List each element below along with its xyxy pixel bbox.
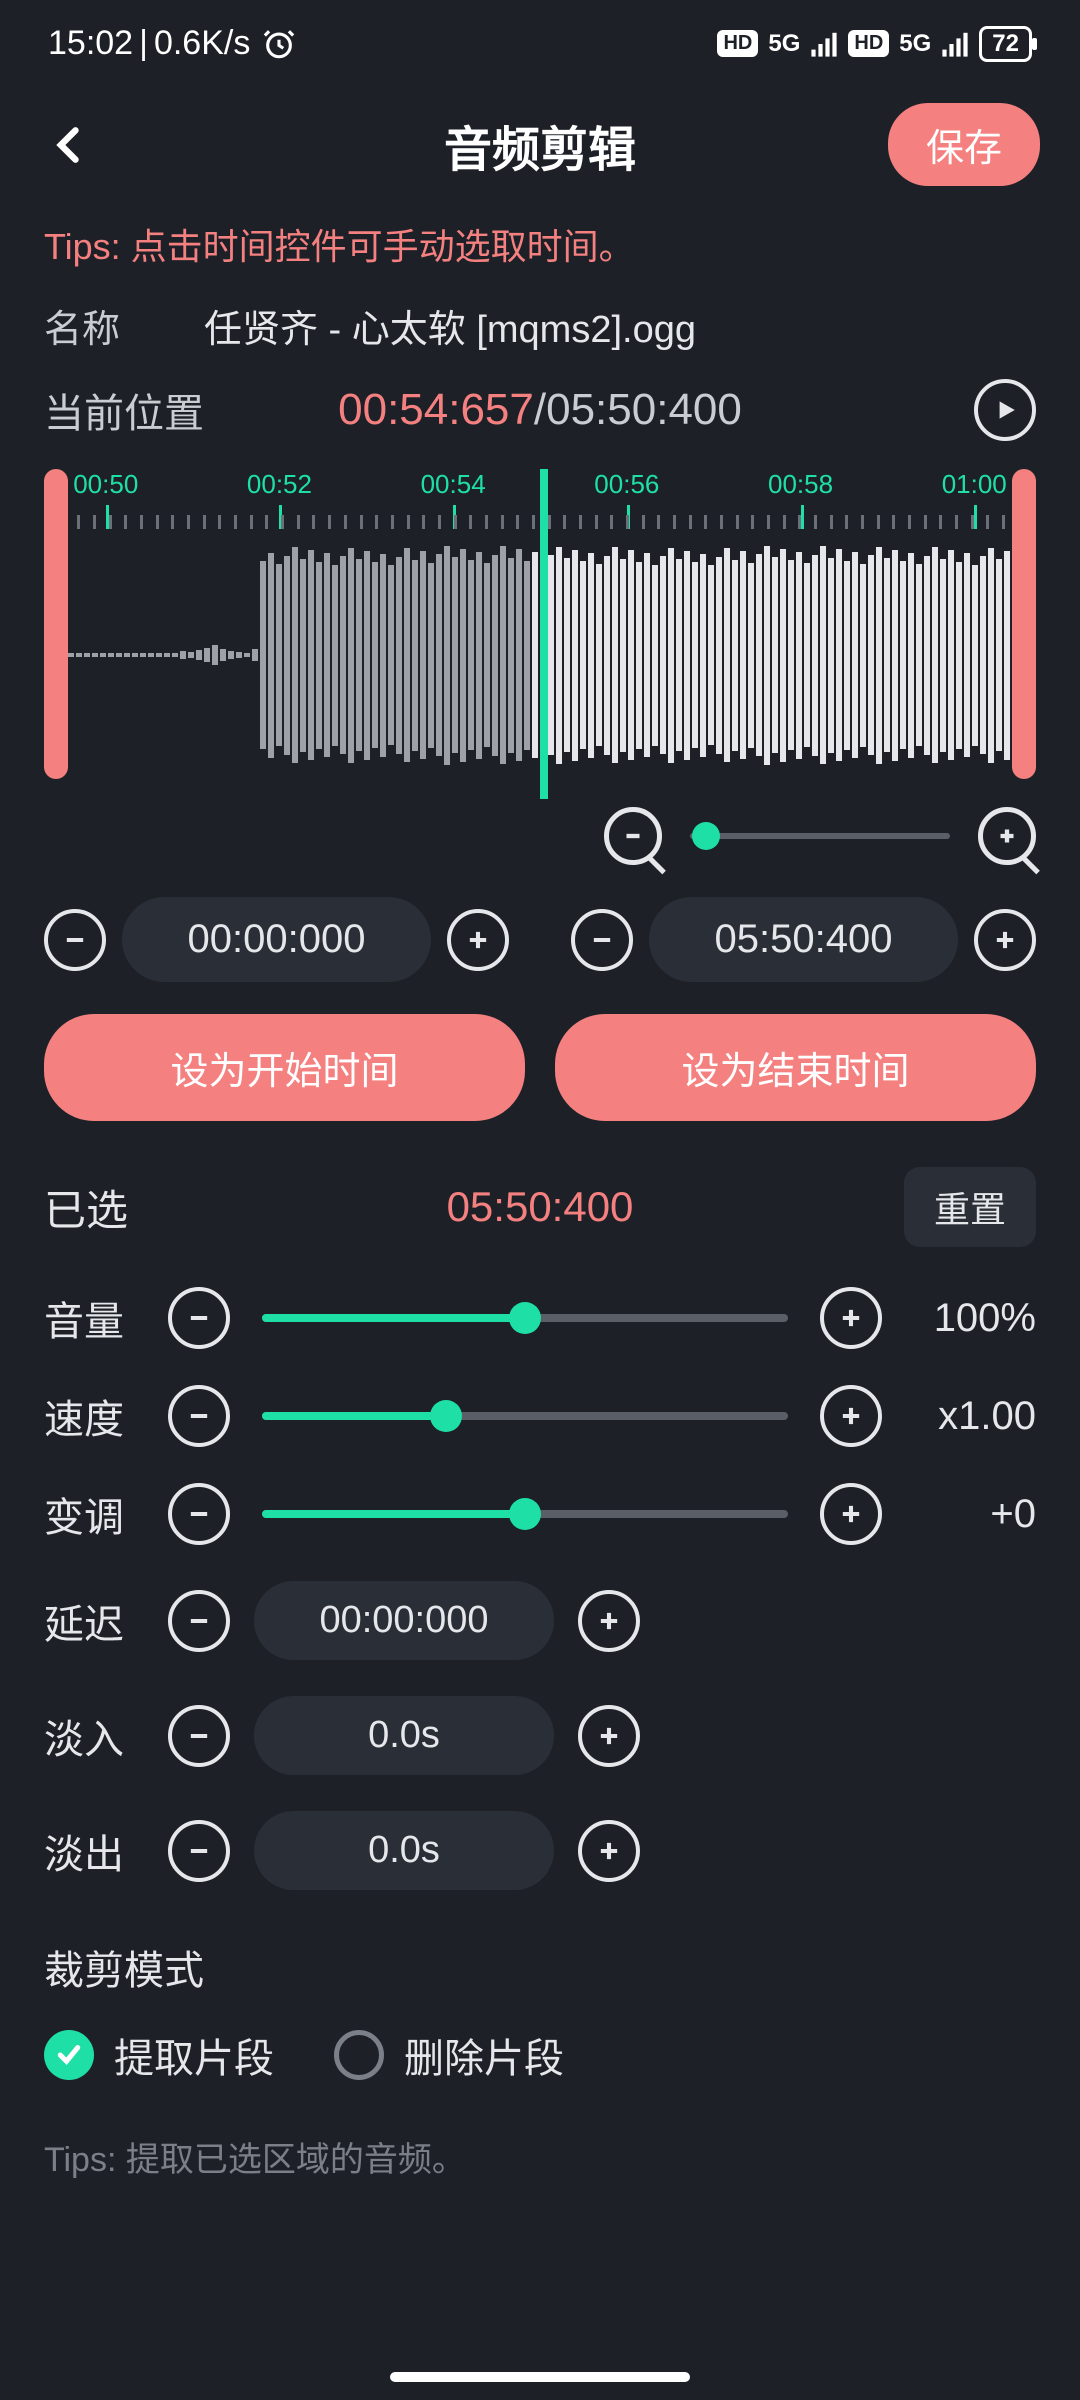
zoom-in-icon[interactable] bbox=[978, 807, 1036, 865]
signal-icon-2 bbox=[941, 30, 969, 58]
pitch-value: +0 bbox=[906, 1492, 1036, 1537]
status-time: 15:02 bbox=[48, 24, 133, 63]
selected-value: 05:50:400 bbox=[447, 1183, 634, 1231]
volume-label: 音量 bbox=[44, 1289, 144, 1347]
speed-plus-button[interactable] bbox=[820, 1385, 882, 1447]
speed-minus-button[interactable] bbox=[168, 1385, 230, 1447]
back-button[interactable] bbox=[40, 115, 100, 175]
position-total: 05:50:400 bbox=[546, 385, 742, 434]
volume-minus-button[interactable] bbox=[168, 1287, 230, 1349]
speed-value: x1.00 bbox=[906, 1394, 1036, 1439]
status-speed: 0.6K/s bbox=[154, 24, 250, 63]
fadein-input[interactable]: 0.0s bbox=[254, 1696, 554, 1775]
start-minus-button[interactable] bbox=[44, 909, 106, 971]
fadein-label: 淡入 bbox=[44, 1707, 144, 1765]
delay-input[interactable]: 00:00:000 bbox=[254, 1581, 554, 1660]
filename-value: 任贤齐 - 心太软 [mqms2].ogg bbox=[204, 298, 696, 353]
fadeout-minus-button[interactable] bbox=[168, 1820, 230, 1882]
network-icon: 5G bbox=[768, 30, 800, 58]
end-plus-button[interactable] bbox=[974, 909, 1036, 971]
hd-badge-2: HD bbox=[848, 30, 889, 57]
pitch-plus-button[interactable] bbox=[820, 1483, 882, 1545]
end-time-input[interactable]: 05:50:400 bbox=[649, 897, 958, 982]
pitch-label: 变调 bbox=[44, 1485, 144, 1543]
delay-minus-button[interactable] bbox=[168, 1590, 230, 1652]
reset-button[interactable]: 重置 bbox=[904, 1167, 1036, 1247]
fadeout-label: 淡出 bbox=[44, 1822, 144, 1880]
radio-delete[interactable]: 删除片段 bbox=[334, 2026, 564, 2084]
topbar: 音频剪辑 保存 bbox=[0, 75, 1080, 206]
fadein-plus-button[interactable] bbox=[578, 1705, 640, 1767]
filename-row: 名称 任贤齐 - 心太软 [mqms2].ogg bbox=[0, 288, 1080, 363]
volume-plus-button[interactable] bbox=[820, 1287, 882, 1349]
check-icon bbox=[44, 2030, 94, 2080]
volume-slider[interactable] bbox=[262, 1314, 788, 1322]
radio-off-icon bbox=[334, 2030, 384, 2080]
status-bar: 15:02 | 0.6K/s HD 5G HD 5G 72 bbox=[0, 0, 1080, 75]
speed-label: 速度 bbox=[44, 1387, 144, 1445]
signal-icon bbox=[810, 30, 838, 58]
radio-extract[interactable]: 提取片段 bbox=[44, 2026, 274, 2084]
hd-badge: HD bbox=[717, 30, 758, 57]
play-button[interactable] bbox=[974, 379, 1036, 441]
start-plus-button[interactable] bbox=[447, 909, 509, 971]
speed-slider[interactable] bbox=[262, 1412, 788, 1420]
fadein-minus-button[interactable] bbox=[168, 1705, 230, 1767]
range-handle-start[interactable] bbox=[44, 469, 68, 779]
zoom-out-icon[interactable] bbox=[604, 807, 662, 865]
name-label: 名称 bbox=[44, 298, 184, 353]
playhead[interactable] bbox=[540, 469, 548, 799]
delay-label: 延迟 bbox=[44, 1592, 144, 1650]
pitch-minus-button[interactable] bbox=[168, 1483, 230, 1545]
position-label: 当前位置 bbox=[44, 381, 204, 439]
battery-indicator: 72 bbox=[979, 26, 1032, 62]
save-button[interactable]: 保存 bbox=[888, 103, 1040, 186]
selected-label: 已选 bbox=[44, 1177, 128, 1238]
fadeout-input[interactable]: 0.0s bbox=[254, 1811, 554, 1890]
volume-value: 100% bbox=[906, 1296, 1036, 1341]
start-time-input[interactable]: 00:00:000 bbox=[122, 897, 431, 982]
position-sep: / bbox=[534, 385, 546, 434]
waveform-area[interactable]: 00:5000:5200:5400:5600:5801:00 bbox=[44, 469, 1036, 779]
radio-delete-label: 删除片段 bbox=[404, 2026, 564, 2084]
home-indicator[interactable] bbox=[390, 2372, 690, 2382]
position-row: 当前位置 00:54:657/05:50:400 bbox=[0, 363, 1080, 451]
radio-extract-label: 提取片段 bbox=[114, 2026, 274, 2084]
set-end-button[interactable]: 设为结束时间 bbox=[555, 1014, 1036, 1121]
zoom-thumb[interactable] bbox=[692, 822, 720, 850]
alarm-icon bbox=[262, 27, 296, 61]
page-title: 音频剪辑 bbox=[444, 110, 636, 180]
fadeout-plus-button[interactable] bbox=[578, 1820, 640, 1882]
crop-mode-title: 裁剪模式 bbox=[0, 1908, 1080, 2016]
network-icon-2: 5G bbox=[899, 30, 931, 58]
zoom-slider[interactable] bbox=[690, 833, 950, 839]
set-start-button[interactable]: 设为开始时间 bbox=[44, 1014, 525, 1121]
footer-tip: Tips: 提取已选区域的音频。 bbox=[0, 2108, 1080, 2205]
tips-text: Tips: 点击时间控件可手动选取时间。 bbox=[0, 206, 1080, 288]
position-current[interactable]: 00:54:657 bbox=[338, 385, 534, 434]
pitch-slider[interactable] bbox=[262, 1510, 788, 1518]
end-minus-button[interactable] bbox=[571, 909, 633, 971]
range-handle-end[interactable] bbox=[1012, 469, 1036, 779]
delay-plus-button[interactable] bbox=[578, 1590, 640, 1652]
